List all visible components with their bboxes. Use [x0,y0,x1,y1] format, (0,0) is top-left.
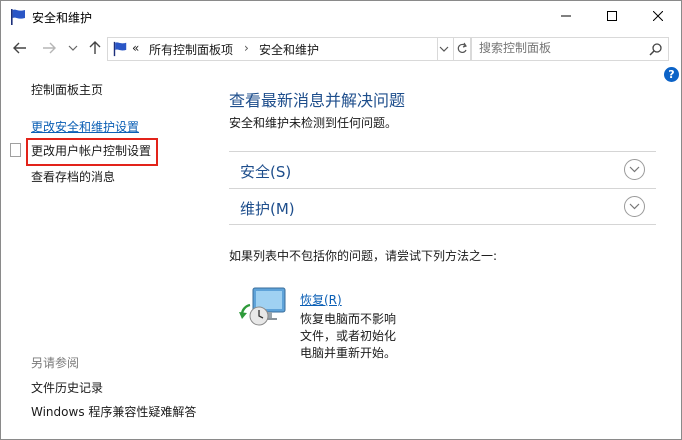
recovery-link[interactable]: 恢复(R) [300,291,342,308]
section-security-label[interactable]: 安全(S) [240,161,291,182]
expand-arrow-icon [629,203,640,210]
close-icon [653,11,663,21]
recovery-desc-line: 电脑并重新开始。 [300,346,397,360]
sidebar-item-compat-troubleshooter[interactable]: Windows 程序兼容性疑难解答 [31,403,196,420]
address-dropdown-button[interactable] [435,37,454,61]
minimize-icon [561,15,571,17]
forward-arrow-icon[interactable] [41,40,57,56]
title-bar: 安全和维护 [1,1,681,33]
sidebar-item-change-security[interactable]: 更改安全和维护设置 [31,118,139,135]
navigation-bar: « 所有控制面板项 › 安全和维护 [1,34,681,64]
window-title: 安全和维护 [32,11,93,25]
refresh-button[interactable] [453,37,471,61]
status-message: 安全和维护未检测到任何问题。 [229,116,398,130]
help-button[interactable]: ? [664,67,679,82]
expand-arrow-icon [629,166,640,173]
maximize-button[interactable] [589,1,635,31]
section-maintenance[interactable]: 维护(M) [229,188,656,225]
refresh-icon [457,42,467,54]
recent-locations-chevron-icon[interactable] [65,40,81,56]
breadcrumb-overflow[interactable]: « [132,41,139,55]
section-maintenance-label[interactable]: 维护(M) [240,198,295,219]
recovery-icon [239,287,286,326]
search-input[interactable] [479,41,639,55]
recovery-desc-line: 文件，或者初始化 [300,329,397,343]
hint-text: 如果列表中不包括你的问题，请尝试下列方法之一: [229,249,498,263]
control-panel-window: 安全和维护 « 所有控制面板项 › 安全和维护 搜索控制面板 ? 控制面板主页 … [0,0,682,440]
sidebar-item-home[interactable]: 控制面板主页 [31,81,103,98]
breadcrumb-all-items[interactable]: 所有控制面板项 [149,41,233,58]
section-security[interactable]: 安全(S) [229,151,656,187]
flag-icon [11,9,25,25]
chevron-down-icon[interactable] [624,159,645,180]
document-icon [10,143,21,157]
see-also-heading: 另请参阅 [31,356,80,370]
flag-icon [113,41,127,57]
search-box[interactable] [471,37,669,61]
recovery-description: 恢复电脑而不影响 文件，或者初始化 电脑并重新开始。 [300,311,396,362]
sidebar-item-archived-messages[interactable]: 查看存档的消息 [31,168,115,185]
page-title: 查看最新消息并解决问题 [229,91,406,110]
address-bar[interactable]: « 所有控制面板项 › 安全和维护 [107,37,438,61]
sidebar-item-change-uac[interactable]: 更改用户帐户控制设置 [31,142,151,159]
close-button[interactable] [635,1,681,31]
minimize-button[interactable] [543,1,589,31]
maximize-icon [607,11,617,21]
sidebar-item-file-history[interactable]: 文件历史记录 [31,379,103,396]
back-arrow-icon[interactable] [12,40,28,56]
breadcrumb-separator: › [244,41,249,55]
search-icon[interactable] [649,42,663,56]
chevron-down-icon[interactable] [624,196,645,217]
recovery-desc-line: 恢复电脑而不影响 [300,312,397,326]
chevron-down-icon [439,46,449,52]
breadcrumb-current[interactable]: 安全和维护 [259,41,319,58]
up-arrow-icon[interactable] [87,40,103,56]
